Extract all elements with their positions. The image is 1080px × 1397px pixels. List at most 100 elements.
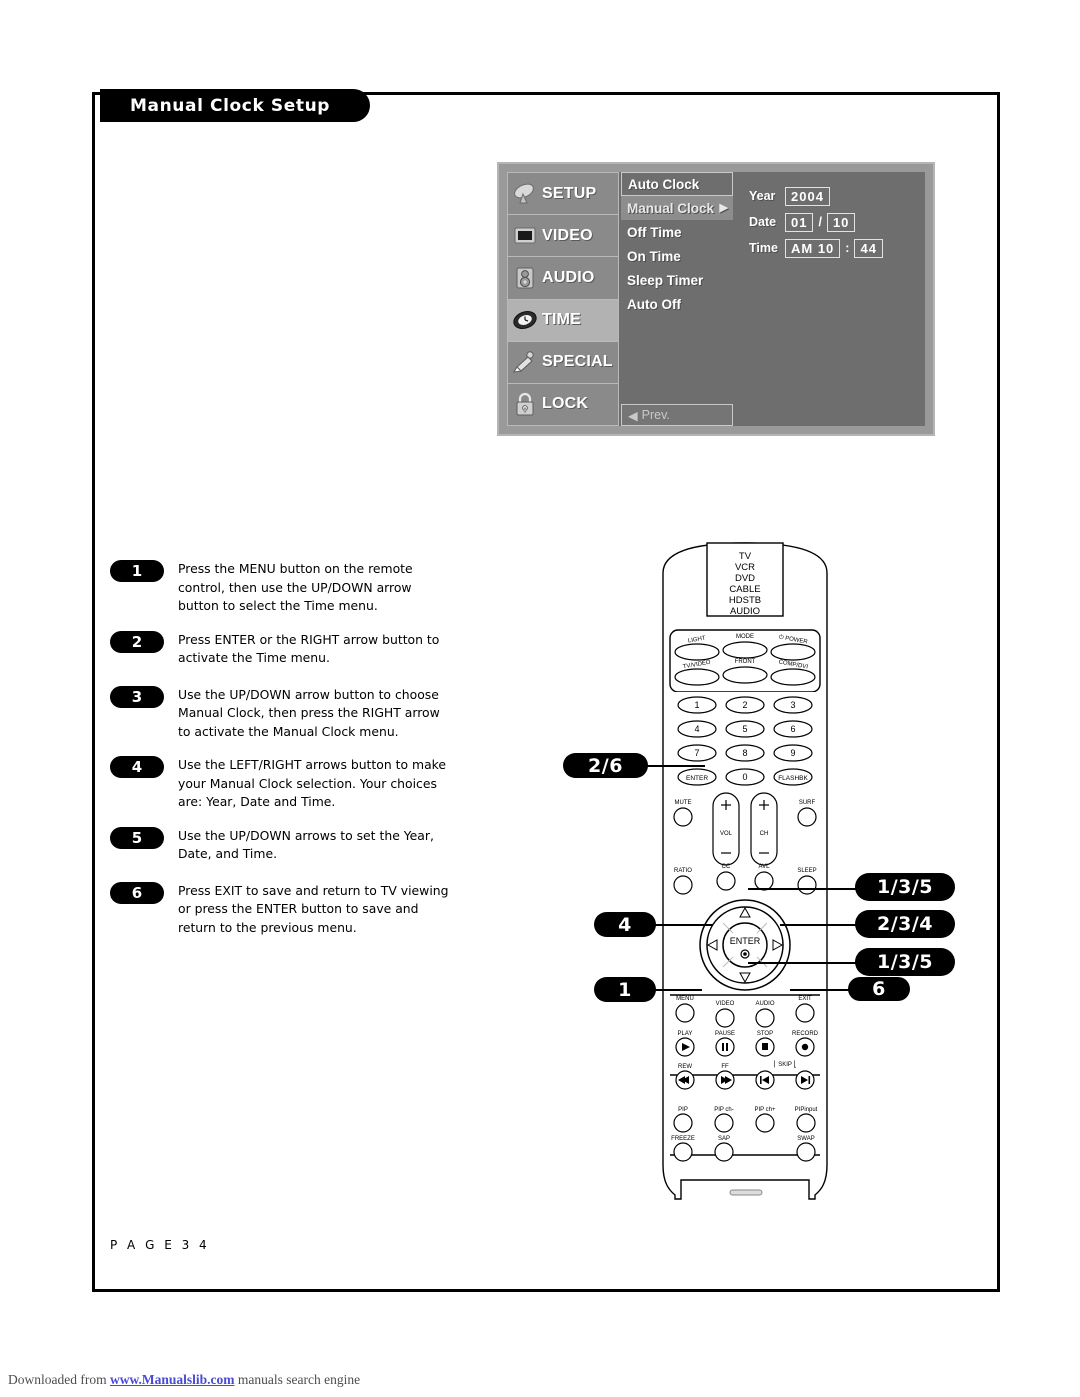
leader-line-menu xyxy=(650,989,702,991)
osd-menu-item-sleep-timer[interactable]: Sleep Timer xyxy=(621,268,733,292)
osd-submenu-column: Auto Clock Manual Clock ▶ Off Time On Time Sl… xyxy=(621,172,733,426)
download-notice: Downloaded from www.Manualslib.com manua… xyxy=(8,1372,360,1388)
screen-icon xyxy=(512,224,538,248)
svg-text:HDSTB: HDSTB xyxy=(729,595,761,606)
svg-text:RATIO: RATIO xyxy=(674,868,692,874)
svg-text:CC: CC xyxy=(722,864,731,870)
svg-text:REW: REW xyxy=(678,1064,692,1070)
svg-text:AUDIO: AUDIO xyxy=(755,1001,774,1007)
svg-text:6: 6 xyxy=(790,724,795,734)
osd-category-video[interactable]: VIDEO xyxy=(507,214,619,257)
osd-menu-item-label: Auto Clock xyxy=(628,176,700,192)
prev-arrow-icon: ◀ xyxy=(628,408,638,423)
osd-menu-item-manual-clock[interactable]: Manual Clock ▶ xyxy=(621,196,733,220)
year-value[interactable]: 2004 xyxy=(785,186,830,206)
svg-text:VOL: VOL xyxy=(720,831,733,837)
svg-text:PIP ch-: PIP ch- xyxy=(714,1107,734,1113)
osd-time-row: Time AM 10 : 44 xyxy=(749,238,925,258)
instruction-step: 2 Press ENTER or the RIGHT arrow button t… xyxy=(110,630,450,671)
svg-text:STOP: STOP xyxy=(757,1031,773,1037)
step-text: Press EXIT to save and return to TV view… xyxy=(178,882,449,935)
svg-text:ENTER: ENTER xyxy=(686,775,708,782)
date-day-value[interactable]: 10 xyxy=(826,212,856,232)
osd-category-audio[interactable]: AUDIO xyxy=(507,256,619,299)
callout-exit-button: 6 xyxy=(848,977,910,1001)
svg-text:MENU: MENU xyxy=(676,996,694,1002)
instruction-step: 3 Use the UP/DOWN arrow button to choose … xyxy=(110,685,450,742)
step-text: Press ENTER or the RIGHT arrow button to… xyxy=(178,631,440,666)
osd-menu-item-label: On Time xyxy=(627,248,681,264)
svg-text:MODE: MODE xyxy=(736,634,754,640)
instruction-step: 1 Press the MENU button on the remote con… xyxy=(110,560,450,616)
leader-line-up-arrow xyxy=(748,888,864,890)
download-prefix: Downloaded from xyxy=(8,1372,110,1387)
svg-text:9: 9 xyxy=(790,748,795,758)
svg-text:7: 7 xyxy=(694,748,699,758)
instruction-step: 4 Use the LEFT/RIGHT arrows button to mak… xyxy=(110,756,450,812)
svg-text:ENTER: ENTER xyxy=(730,936,761,946)
date-month-value[interactable]: 01 xyxy=(785,212,814,232)
svg-text:PAUSE: PAUSE xyxy=(715,1031,735,1037)
osd-category-special[interactable]: SPECIAL xyxy=(507,340,619,383)
osd-category-label: LOCK xyxy=(542,395,589,413)
date-label: Date xyxy=(749,215,777,229)
time-minute-value[interactable]: 44 xyxy=(854,238,883,258)
step-text: Use the UP/DOWN arrows to set the Year, … xyxy=(178,827,434,862)
time-hour-value[interactable]: AM 10 xyxy=(785,238,841,258)
callout-enter-key: 2/6 xyxy=(563,753,648,778)
clock-icon xyxy=(512,308,538,332)
step-number-badge: 4 xyxy=(110,756,164,778)
osd-value-panel: Year 2004 Date 01 / 10 Time AM 10 : 44 xyxy=(733,172,925,426)
download-suffix: manuals search engine xyxy=(234,1372,361,1387)
osd-category-label: TIME xyxy=(542,311,582,329)
page-title-banner: Manual Clock Setup xyxy=(100,89,371,122)
leader-line-right-arrow xyxy=(780,924,864,926)
manualslib-link[interactable]: www.Manualslib.com xyxy=(110,1372,235,1387)
osd-category-setup[interactable]: SETUP xyxy=(507,172,619,215)
svg-text:SWAP: SWAP xyxy=(797,1136,814,1142)
svg-text:EXIT: EXIT xyxy=(798,996,812,1002)
svg-text:FF: FF xyxy=(721,1064,729,1070)
osd-category-time[interactable]: TIME xyxy=(507,298,619,341)
step-number-badge: 1 xyxy=(110,560,164,582)
osd-menu-item-auto-clock[interactable]: Auto Clock xyxy=(621,172,733,196)
svg-text:3: 3 xyxy=(790,700,795,710)
instruction-step: 6 Press EXIT to save and return to TV vie… xyxy=(110,881,450,938)
step-number-badge: 3 xyxy=(110,685,164,708)
osd-year-row: Year 2004 xyxy=(749,186,925,206)
step-text: Use the LEFT/RIGHT arrows button to make… xyxy=(178,757,447,809)
callout-right-arrow-label: 2/3/4 xyxy=(876,913,934,935)
svg-text:SLEEP: SLEEP xyxy=(797,868,816,874)
osd-category-lock[interactable]: LOCK xyxy=(507,382,619,427)
osd-menu-item-on-time[interactable]: On Time xyxy=(621,244,733,268)
osd-menu-item-off-time[interactable]: Off Time xyxy=(621,220,733,244)
instruction-step-list: 1 Press the MENU button on the remote con… xyxy=(110,560,450,952)
svg-text:PIP: PIP xyxy=(678,1107,688,1113)
svg-text:DVD: DVD xyxy=(735,573,755,584)
svg-text:SAP: SAP xyxy=(718,1136,730,1142)
callout-menu-button: 1 xyxy=(594,977,656,1002)
osd-prev-button[interactable]: ◀ Prev. xyxy=(621,404,733,426)
osd-menu-item-label: Off Time xyxy=(627,224,682,240)
svg-text:PLAY: PLAY xyxy=(678,1031,693,1037)
step-number-badge: 2 xyxy=(110,630,164,653)
svg-text:FREEZE: FREEZE xyxy=(671,1136,695,1142)
year-label: Year xyxy=(749,189,776,203)
step-number-badge: 6 xyxy=(110,881,164,904)
padlock-icon xyxy=(512,392,538,416)
osd-menu-item-label: Auto Off xyxy=(627,296,681,312)
callout-enter-label: 2/6 xyxy=(588,754,623,777)
svg-text:AVL: AVL xyxy=(759,864,771,870)
svg-text:TV: TV xyxy=(739,551,752,562)
osd-menu-item-auto-off[interactable]: Auto Off xyxy=(621,292,733,316)
osd-category-label: SPECIAL xyxy=(542,353,613,371)
remote-control-illustration: TV VCR DVD CABLE HDSTB AUDIO LIGHT MODE … xyxy=(645,535,845,1235)
callout-menu-label: 1 xyxy=(618,978,632,1001)
svg-text:SURF: SURF xyxy=(799,800,816,806)
paintbrush-icon xyxy=(512,350,538,374)
callout-down-arrow-label: 1/3/5 xyxy=(876,951,934,973)
callout-down-arrow: 1/3/5 xyxy=(855,948,955,976)
satellite-dish-icon xyxy=(512,182,538,206)
svg-text:5: 5 xyxy=(742,724,747,734)
svg-text:1: 1 xyxy=(694,700,699,710)
